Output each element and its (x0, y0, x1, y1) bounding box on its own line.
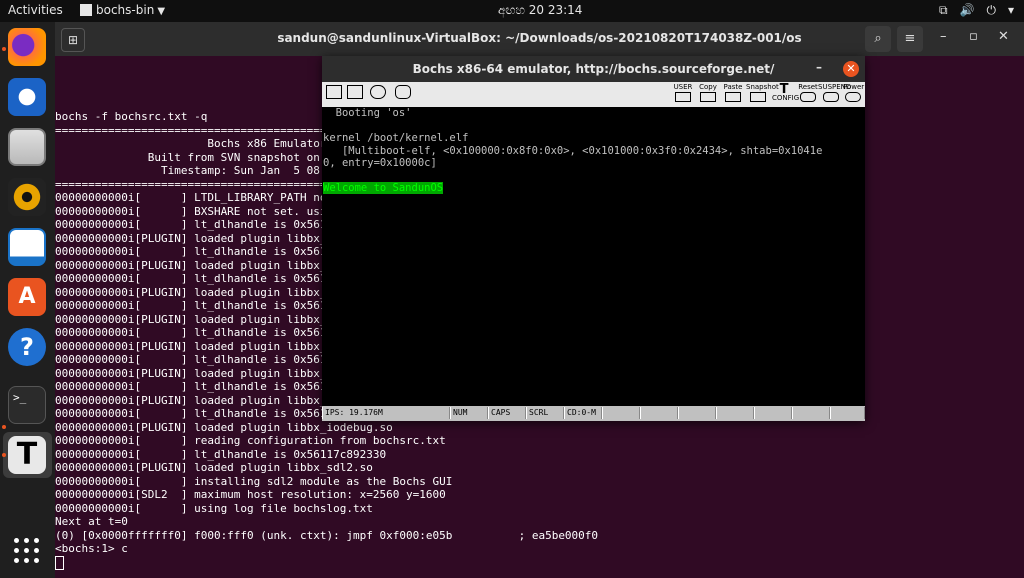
bochs-app-icon (80, 4, 92, 16)
status-cell (754, 407, 792, 419)
reset-button[interactable]: Reset (798, 84, 818, 105)
floppy-a-icon[interactable] (325, 84, 343, 105)
cd-indicator: CD:0-M (564, 407, 602, 419)
terminal-header: ⊞ sandun@sandunlinux-VirtualBox: ~/Downl… (55, 22, 1024, 56)
bochs-statusbar: IPS: 19.176M NUM CAPS SCRL CD:0-M (322, 406, 865, 421)
status-cell (830, 407, 865, 419)
hamburger-icon: ≡ (904, 31, 916, 46)
bochs-toolbar: USER Copy Paste Snapshot T CONFIG Reset S… (322, 82, 865, 108)
power-label: Power (843, 83, 865, 91)
cdrom-icon[interactable] (368, 84, 388, 105)
power-button[interactable]: Power (843, 83, 865, 105)
terminal-line: 00000000000i[ ] using log file bochslog.… (55, 501, 373, 515)
help-icon[interactable]: ? (8, 328, 46, 366)
config-label: CONFIG (772, 94, 800, 102)
snapshot-label: Snapshot (746, 83, 779, 91)
close-button[interactable]: ✕ (998, 29, 1009, 44)
writer-icon[interactable] (8, 228, 46, 266)
vga-text-output: Booting 'os' kernel /boot/kernel.elf [Mu… (322, 107, 865, 182)
vga-line: Booting 'os' (323, 107, 412, 119)
terminal-line: 00000000000i[ ] reading configuration fr… (55, 434, 446, 447)
chevron-down-icon: ▾ (1007, 3, 1014, 17)
search-button[interactable]: ⌕ (865, 26, 891, 52)
terminal-line: 00000000000i[PLUGIN] loaded plugin libbx… (55, 420, 393, 434)
search-icon: ⌕ (874, 31, 882, 46)
close-button[interactable]: ✕ (843, 61, 859, 77)
num-indicator: NUM (450, 407, 488, 419)
scrl-indicator: SCRL (526, 407, 564, 419)
welcome-message: Welcome to SandunOS (323, 182, 444, 194)
vga-line: kernel /boot/kernel.elf (323, 132, 469, 144)
copy-label: Copy (699, 83, 717, 91)
paste-button[interactable]: Paste (722, 84, 744, 105)
bochs-window: Bochs x86-64 emulator, http://bochs.sour… (322, 56, 865, 421)
terminal-icon[interactable]: >_ (8, 386, 46, 424)
running-indicator (2, 47, 6, 51)
vga-line: [Multiboot-elf, <0x100000:0x8f0:0x0>, <0… (323, 144, 823, 157)
dock: A ? >_ T (0, 22, 55, 578)
status-cell (640, 407, 678, 419)
terminal-line: <bochs:1> c (55, 542, 128, 555)
caps-indicator: CAPS (488, 407, 526, 419)
software-store-icon[interactable]: A (8, 278, 46, 316)
reset-label: Reset (798, 83, 818, 91)
files-icon[interactable] (8, 128, 46, 166)
menu-button[interactable]: ≡ (897, 26, 923, 52)
bochs-icon[interactable]: T (8, 436, 46, 474)
vga-line: 0, entry=0x10000c] (323, 157, 437, 169)
running-indicator (2, 425, 6, 429)
system-tray[interactable]: ⧉ 🔊 ⏻ ▾ (927, 3, 1014, 18)
terminal-line: 00000000000i[PLUGIN] loaded plugin libbx… (55, 461, 373, 474)
bochs-screen[interactable]: Booting 'os' kernel /boot/kernel.elf [Mu… (322, 107, 865, 406)
app-menu[interactable]: bochs-bin ▼ (80, 3, 165, 17)
chevron-down-icon: ▼ (157, 6, 166, 17)
status-cell (792, 407, 830, 419)
clock[interactable]: අඟහ 20 23:14 (498, 3, 582, 18)
terminal-line: (0) [0x0000fffffff0] f000:fff0 (unk. ctx… (55, 528, 599, 542)
terminal-line: 00000000000i[ ] installing sdl2 module a… (55, 474, 453, 488)
terminal-line: Bochs x86 Emulator 2.7 (55, 137, 354, 150)
mouse-icon[interactable] (394, 84, 412, 105)
snapshot-button[interactable]: Snapshot (746, 83, 779, 105)
status-cell (678, 407, 716, 419)
copy-button[interactable]: Copy (698, 84, 718, 105)
minimize-button[interactable]: – (816, 60, 822, 74)
minimize-button[interactable]: – (940, 29, 947, 44)
terminal-line: 00000000000i[SDL2 ] maximum host resolut… (55, 488, 446, 501)
suspend-button[interactable]: SUSPEND (818, 83, 852, 105)
power-icon: ⏻ (986, 3, 996, 17)
floppy-b-icon[interactable] (346, 84, 364, 105)
bochs-titlebar[interactable]: Bochs x86-64 emulator, http://bochs.sour… (322, 56, 865, 82)
bochs-title: Bochs x86-64 emulator, http://bochs.sour… (412, 62, 775, 76)
terminal-line: Next at t=0 (55, 515, 128, 528)
app-menu-label: bochs-bin (96, 3, 155, 17)
suspend-label: SUSPEND (818, 83, 852, 91)
ips-indicator: IPS: 19.176M (322, 407, 450, 419)
user-button[interactable]: USER (672, 84, 694, 105)
paste-label: Paste (723, 83, 743, 91)
firefox-icon[interactable] (8, 28, 46, 66)
terminal-line: 00000000000i[ ] lt_dlhandle is 0x56117c8… (55, 447, 387, 461)
running-indicator (2, 453, 6, 457)
status-cell (602, 407, 640, 419)
volume-icon: 🔊 (959, 3, 975, 17)
network-icon: ⧉ (938, 3, 948, 17)
user-label: USER (673, 83, 693, 91)
activities-button[interactable]: Activities (8, 3, 63, 17)
show-applications-icon[interactable] (14, 538, 40, 564)
thunderbird-icon[interactable] (8, 78, 46, 116)
config-button[interactable]: T CONFIG (772, 83, 800, 105)
terminal-cursor (55, 555, 64, 570)
maximize-button[interactable]: ▫ (969, 29, 978, 44)
rhythmbox-icon[interactable] (8, 178, 46, 216)
top-bar: Activities bochs-bin ▼ අඟහ 20 23:14 ⧉ 🔊 ⏻ ▾ (0, 0, 1024, 22)
status-cell (716, 407, 754, 419)
terminal-line: bochs -f bochsrc.txt -q (55, 110, 208, 123)
